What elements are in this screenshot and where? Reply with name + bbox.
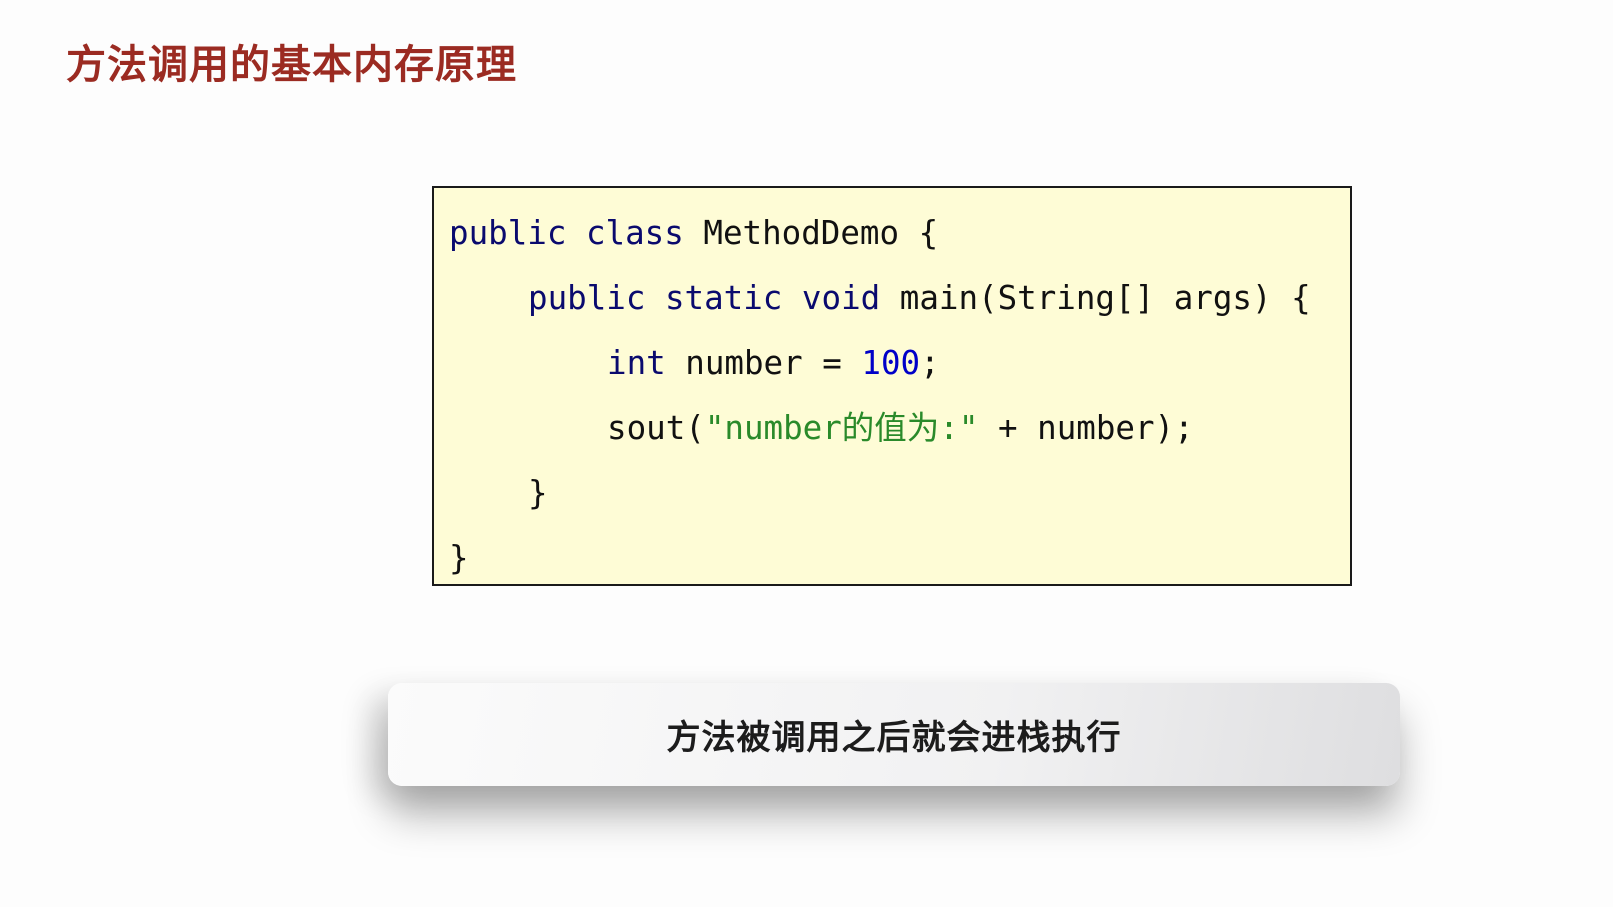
- code-line-4: sout("number的值为:" + number);: [607, 408, 1194, 448]
- caption-text: 方法被调用之后就会进栈执行: [666, 718, 1122, 758]
- code-text: + number);: [978, 409, 1194, 447]
- code-text: sout(: [607, 409, 705, 447]
- code-line-2: public static void main(String[] args) {: [528, 278, 1311, 318]
- slide-title: 方法调用的基本内存原理: [66, 42, 517, 88]
- code-line-5: }: [528, 474, 548, 512]
- code-line-1: public class MethodDemo {: [449, 213, 938, 253]
- code-text: MethodDemo {: [683, 214, 939, 252]
- code-line-3: int number = 100;: [607, 343, 940, 383]
- code-text: main(String[] args) {: [880, 279, 1311, 317]
- code-text: ;: [920, 344, 940, 382]
- code-text: number =: [665, 344, 862, 382]
- keyword: public static void: [528, 279, 881, 317]
- number-literal: 100: [861, 344, 921, 382]
- caption-banner: 方法被调用之后就会进栈执行: [388, 683, 1400, 786]
- string-literal: "number的值为:": [704, 409, 979, 447]
- code-line-6: }: [449, 539, 469, 577]
- keyword: public class: [449, 214, 684, 252]
- keyword: int: [607, 344, 666, 382]
- code-block: public class MethodDemo { public static …: [432, 186, 1352, 586]
